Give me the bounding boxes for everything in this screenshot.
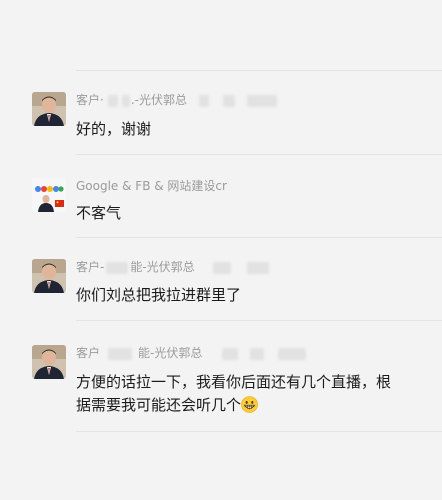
person-portrait-icon	[32, 259, 66, 293]
google-logo-avatar-icon	[32, 178, 66, 212]
sender-name: 客户- 能-光伏郭总	[76, 259, 269, 275]
person-portrait-icon	[32, 92, 66, 126]
message-text: 你们刘总把我拉进群里了	[76, 286, 242, 304]
divider	[76, 70, 442, 71]
divider	[76, 431, 442, 432]
person-portrait-icon	[32, 345, 66, 379]
message-text-line: 方便的话拉一下，我看你后面还有几个直播，根	[76, 373, 392, 391]
divider	[76, 320, 442, 321]
chat-history-view: 客户· .-光伏郭总 好的，谢谢 Google & FB & 网站建设cr 不客气	[0, 0, 442, 500]
sender-name: 客户 能-光伏郭总	[76, 345, 307, 361]
grinning-face-icon	[241, 396, 258, 413]
message-text: 不客气	[76, 204, 122, 222]
message-text: 好的，谢谢	[76, 120, 152, 138]
divider	[76, 154, 442, 155]
avatar[interactable]	[32, 178, 66, 212]
message-text: 方便的话拉一下，我看你后面还有几个直播，根 据需要我可能还会听几个	[76, 371, 416, 417]
avatar[interactable]	[32, 259, 66, 293]
divider	[76, 237, 442, 238]
avatar[interactable]	[32, 345, 66, 379]
sender-name: 客户· .-光伏郭总	[76, 92, 277, 108]
sender-name: Google & FB & 网站建设cr	[76, 179, 227, 193]
avatar[interactable]	[32, 92, 66, 126]
message-text-line: 据需要我可能还会听几个	[76, 394, 416, 417]
